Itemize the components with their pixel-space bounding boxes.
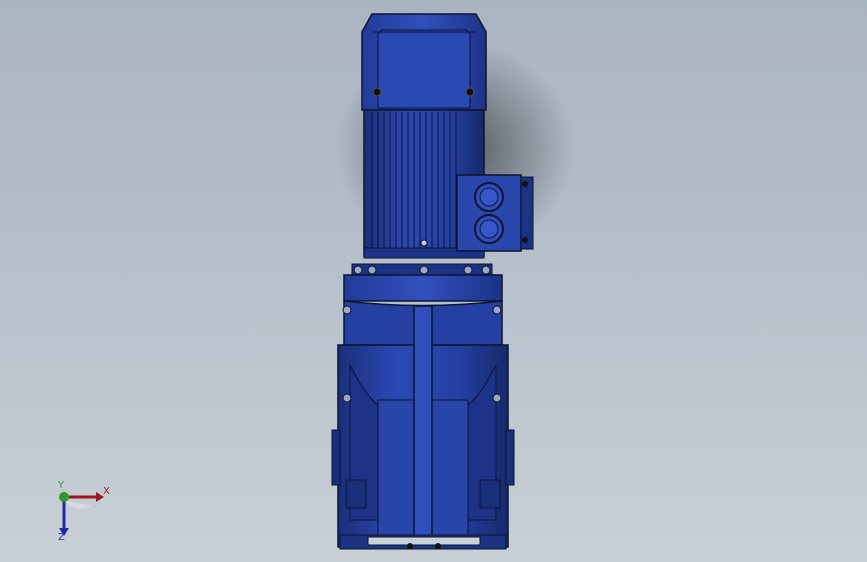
gear-motor-model[interactable] — [0, 0, 867, 562]
flange-bolts — [351, 263, 493, 277]
triad-graphic — [59, 492, 104, 536]
x-axis-label: X — [103, 486, 110, 497]
screw-head — [372, 87, 382, 97]
motor-fan-cover[interactable] — [361, 13, 487, 111]
terminal-box[interactable] — [456, 174, 534, 252]
graphics-viewport[interactable]: X Y Z — [0, 0, 867, 562]
reference-triad[interactable]: X Y Z — [44, 478, 124, 548]
z-axis-label: Z — [58, 532, 65, 543]
drain-plug — [420, 239, 428, 247]
y-axis-dot — [59, 492, 69, 502]
center-rib — [413, 305, 433, 543]
y-axis-label: Y — [58, 480, 65, 491]
screw-head — [465, 87, 475, 97]
